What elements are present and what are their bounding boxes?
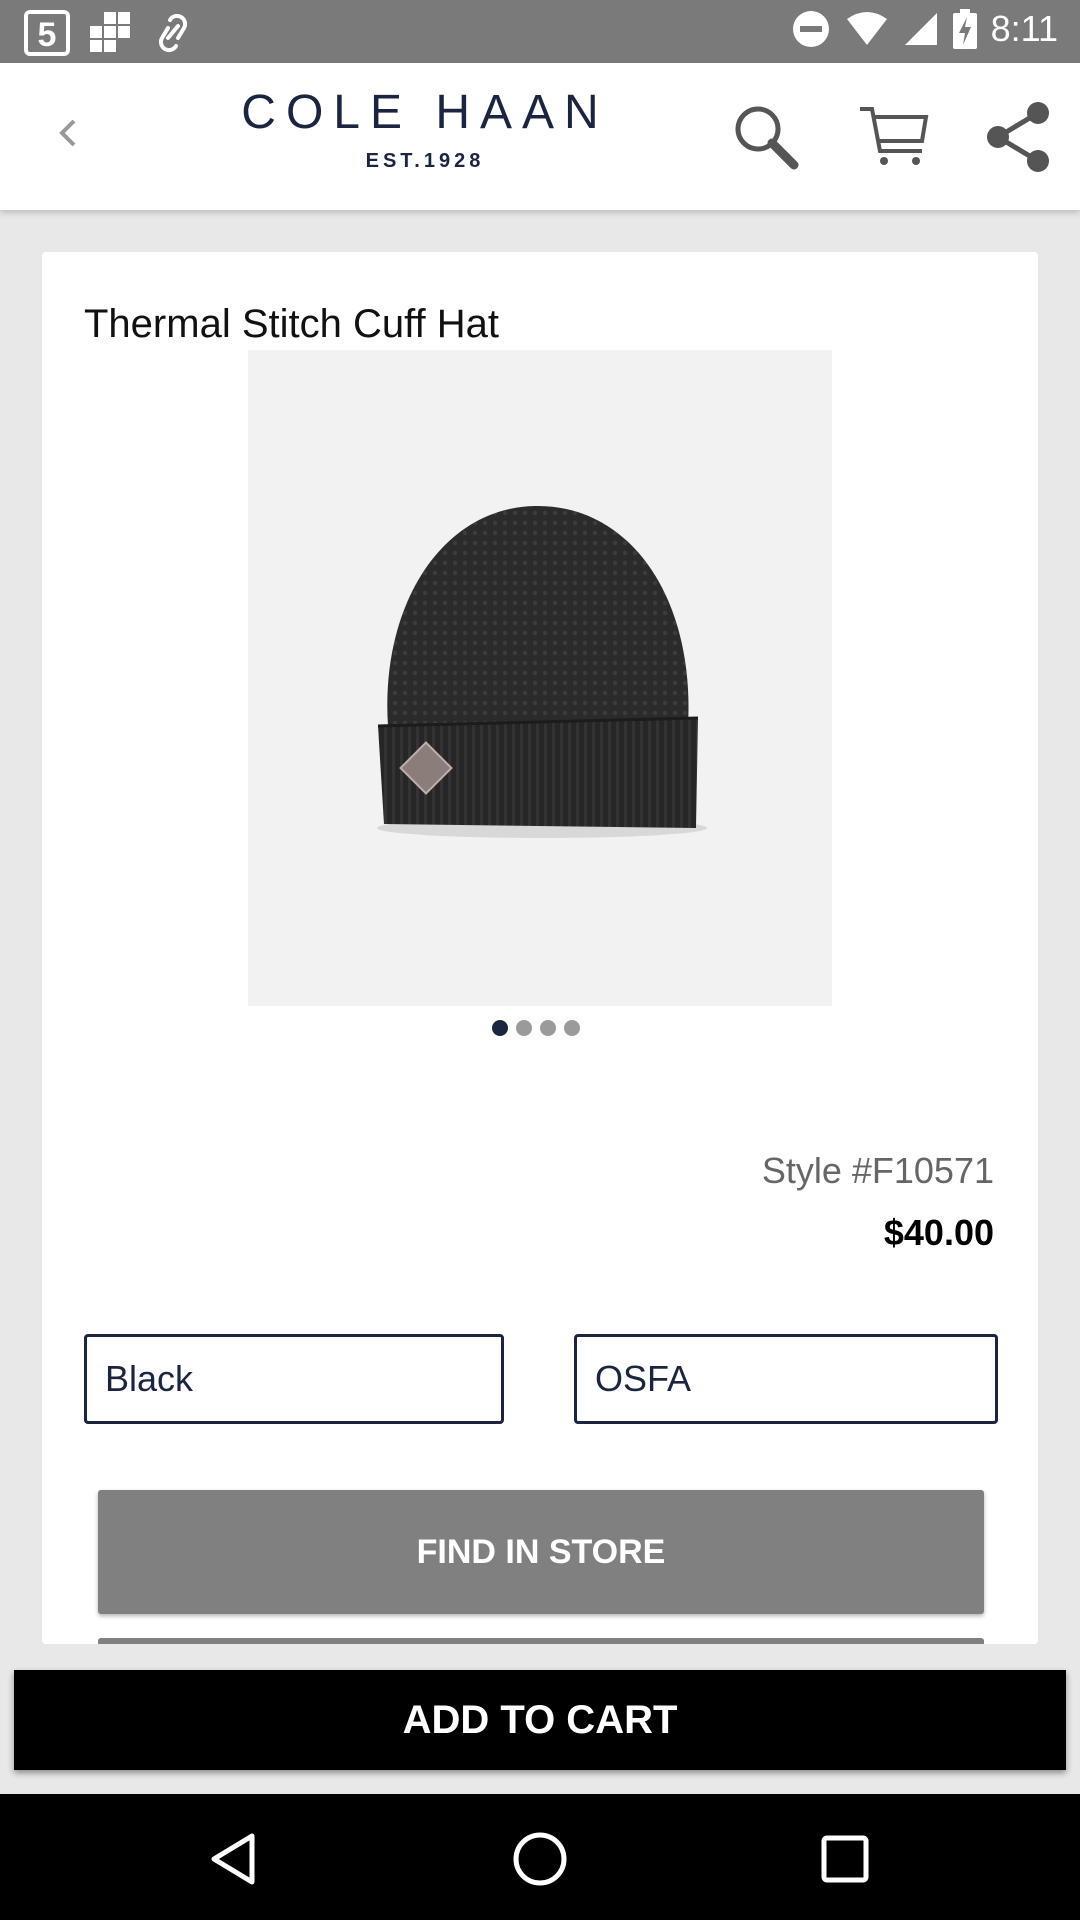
signal-icon (904, 13, 937, 45)
pager-dot[interactable] (492, 1020, 508, 1036)
brand-established: EST.1928 (365, 150, 485, 172)
home-circle-icon (513, 1832, 567, 1886)
five-app-icon: 5 (24, 10, 70, 56)
size-select[interactable]: OSFA (574, 1334, 998, 1424)
pager-dot[interactable] (540, 1020, 556, 1036)
product-card: Thermal Stitch Cuff Hat Style #F10571 $4… (42, 252, 1038, 1644)
beanie-image (377, 505, 707, 838)
app-bar: COLE HAAN EST.1928 (0, 63, 1080, 210)
status-bar: 5 8:11 (0, 0, 1080, 63)
search-icon (735, 106, 799, 170)
back-button[interactable] (52, 103, 92, 163)
grid-app-icon (90, 12, 130, 52)
pager-dot[interactable] (516, 1020, 532, 1036)
brand-logo[interactable]: COLE HAAN EST.1928 (240, 85, 610, 173)
color-select[interactable]: Black (84, 1334, 504, 1424)
clock: 8:11 (990, 8, 1058, 49)
size-select-value: OSFA (595, 1358, 692, 1399)
recents-square-icon (821, 1835, 869, 1883)
cart-icon (860, 107, 929, 165)
cart-button[interactable] (856, 99, 932, 175)
button-peek (98, 1638, 984, 1644)
svg-text:5: 5 (38, 16, 57, 54)
search-button[interactable] (728, 99, 804, 175)
price: $40.00 (883, 1212, 994, 1253)
nav-recents-button[interactable] (810, 1824, 880, 1894)
battery-charging-icon (952, 9, 977, 49)
link-app-icon (158, 13, 188, 53)
share-icon (987, 102, 1049, 172)
color-select-value: Black (105, 1358, 194, 1399)
nav-home-button[interactable] (505, 1824, 575, 1894)
nav-back-button[interactable] (200, 1824, 270, 1894)
pager-dot[interactable] (564, 1020, 580, 1036)
back-triangle-icon (211, 1833, 255, 1885)
system-nav-bar (0, 1794, 1080, 1920)
do-not-disturb-icon (792, 11, 829, 47)
product-title: Thermal Stitch Cuff Hat (84, 302, 499, 346)
product-image[interactable] (248, 350, 832, 1006)
find-in-store-button[interactable]: FIND IN STORE (98, 1490, 984, 1614)
share-button[interactable] (980, 99, 1056, 175)
wifi-icon (846, 12, 887, 45)
add-to-cart-button[interactable]: ADD TO CART (14, 1670, 1066, 1770)
style-number: Style #F10571 (761, 1150, 994, 1191)
image-pager[interactable] (492, 1020, 580, 1036)
chevron-left-icon (59, 119, 76, 147)
brand-name: COLE HAAN (241, 86, 609, 139)
